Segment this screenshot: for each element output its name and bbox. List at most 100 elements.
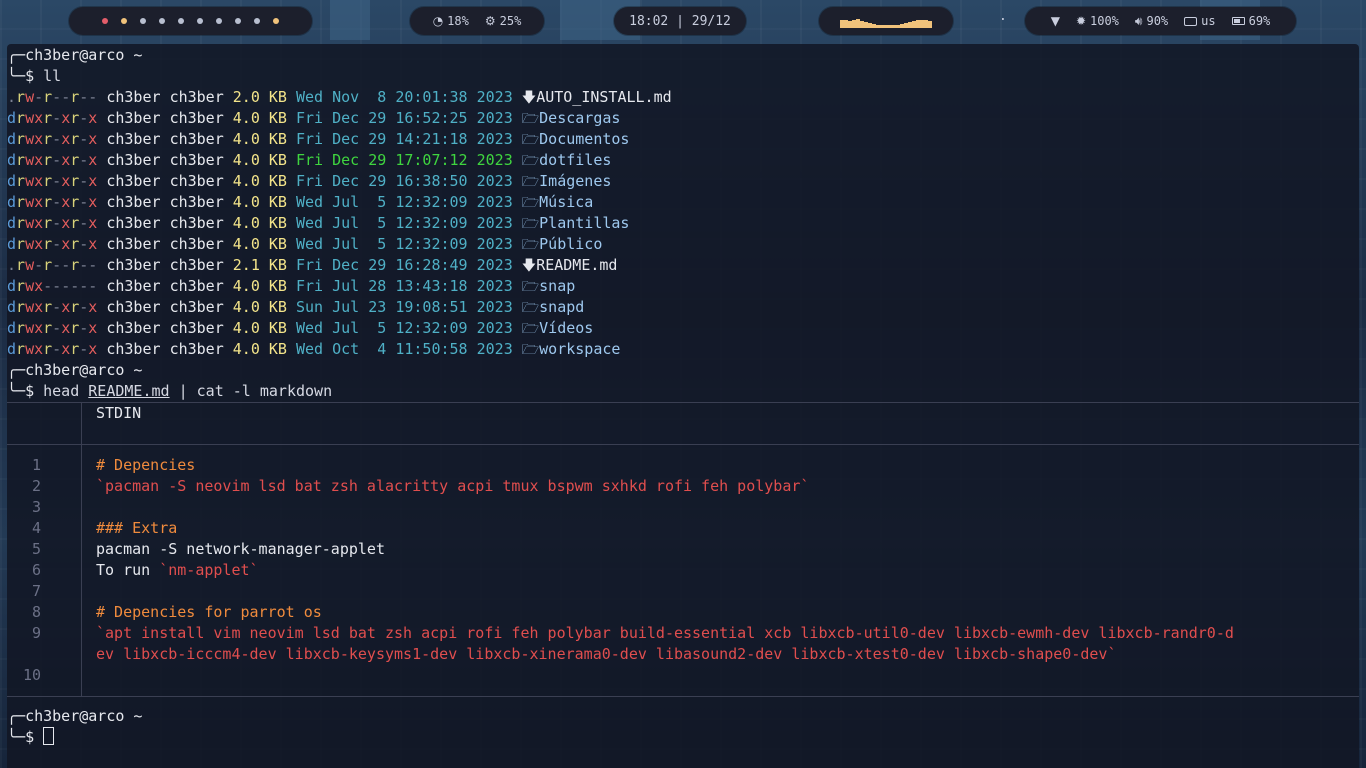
file-owner: ch3ber bbox=[106, 151, 161, 169]
workspace-dot[interactable] bbox=[102, 18, 108, 24]
memory-usage: ⚙ 25% bbox=[485, 14, 521, 28]
battery-value: 69% bbox=[1248, 14, 1271, 28]
listing-row: drwxr-xr-x ch3ber ch3ber 4.0 KB Wed Jul … bbox=[7, 213, 1359, 234]
prompt-corner: ╰─ bbox=[7, 67, 26, 85]
wifi-icon: ▼ bbox=[1050, 14, 1060, 28]
file-down-icon: 🡇 bbox=[521, 90, 537, 106]
cpu-usage: ◔ 18% bbox=[433, 14, 469, 28]
file-owner: ch3ber bbox=[106, 298, 161, 316]
workspace-dot[interactable] bbox=[178, 18, 184, 24]
clock-module[interactable]: 18:02 | 29/12 bbox=[614, 7, 746, 35]
directory-listing: .rw-r--r-- ch3ber ch3ber 2.0 KB Wed Nov … bbox=[7, 87, 1359, 360]
line-number: 4 bbox=[7, 518, 82, 539]
listing-row: drwxr-xr-x ch3ber ch3ber 4.0 KB Fri Dec … bbox=[7, 108, 1359, 129]
bat-gutter bbox=[7, 403, 82, 424]
workspace-dot[interactable] bbox=[273, 18, 279, 24]
line-number: 1 bbox=[7, 455, 82, 476]
file-group: ch3ber bbox=[169, 235, 224, 253]
workspace-dot[interactable] bbox=[216, 18, 222, 24]
bat-code-line: ev libxcb-icccm4-dev libxcb-keysyms1-dev… bbox=[7, 644, 1359, 665]
command-file-arg: README.md bbox=[88, 382, 170, 400]
listing-row: drwxr-xr-x ch3ber ch3ber 4.0 KB Wed Oct … bbox=[7, 339, 1359, 360]
file-name: snapd bbox=[539, 298, 585, 316]
keyboard-layout-value: us bbox=[1201, 14, 1216, 28]
wifi-status[interactable]: ▼ bbox=[1051, 14, 1060, 28]
file-owner: ch3ber bbox=[106, 277, 161, 295]
file-name: Vídeos bbox=[539, 319, 594, 337]
code-text: `pacman -S neovim lsd bat zsh alacritty … bbox=[82, 476, 809, 497]
command-line[interactable]: ╰─$ bbox=[7, 727, 1359, 748]
bat-gutter bbox=[7, 686, 82, 696]
workspace-indicators[interactable] bbox=[102, 18, 279, 24]
workspace-dot[interactable] bbox=[254, 18, 260, 24]
prompt-line: ╭─ch3ber@arco ~ bbox=[7, 45, 1359, 66]
prompt-user: ch3ber@arco ~ bbox=[25, 707, 143, 725]
bat-spacer bbox=[7, 445, 1359, 455]
prompt-corner: ╭─ bbox=[7, 361, 26, 379]
file-size: 4.0 KB bbox=[232, 193, 287, 211]
bat-code-lines: 1 # Depencies 2 `pacman -S neovim lsd bat z… bbox=[7, 455, 1359, 686]
code-token: pacman -S network-manager-applet bbox=[96, 540, 385, 558]
file-down-icon: 🡇 bbox=[521, 258, 537, 274]
volume-status[interactable]: 🔊︎ 90% bbox=[1135, 14, 1168, 29]
file-size: 2.1 KB bbox=[232, 256, 287, 274]
file-name: workspace bbox=[539, 340, 621, 358]
bat-code-line: 1 # Depencies bbox=[7, 455, 1359, 476]
bat-code-line: 6 To run `nm-applet` bbox=[7, 560, 1359, 581]
bat-gutter bbox=[7, 424, 82, 444]
workspace-dot[interactable] bbox=[235, 18, 241, 24]
command-text: ll bbox=[43, 67, 62, 85]
text-cursor[interactable] bbox=[43, 727, 55, 745]
file-name: README.md bbox=[536, 256, 618, 274]
line-number: 2 bbox=[7, 476, 82, 497]
folder-icon: 🗁 bbox=[521, 237, 540, 253]
file-owner: ch3ber bbox=[106, 340, 161, 358]
workspace-dot[interactable] bbox=[121, 18, 127, 24]
file-date: Wed Jul 5 12:32:09 2023 bbox=[296, 193, 513, 211]
folder-icon: 🗁 bbox=[521, 132, 540, 148]
line-number: 8 bbox=[7, 602, 82, 623]
line-number: 3 bbox=[7, 497, 82, 518]
bat-code-line: 4 ### Extra bbox=[7, 518, 1359, 539]
keyboard-layout[interactable]: us bbox=[1184, 14, 1216, 28]
file-date: Wed Jul 5 12:32:09 2023 bbox=[296, 214, 513, 232]
file-owner: ch3ber bbox=[106, 130, 161, 148]
file-permissions: drwxr-xr-x bbox=[7, 130, 98, 148]
bat-gutter bbox=[7, 445, 82, 455]
workspace-dot[interactable] bbox=[197, 18, 203, 24]
file-date: Fri Dec 29 17:07:12 2023 bbox=[296, 151, 513, 169]
code-token: # Depencies bbox=[96, 456, 196, 474]
brightness-status[interactable]: ✹ 100% bbox=[1076, 14, 1119, 28]
code-text: # Depencies for parrot os bbox=[82, 602, 322, 623]
file-name: AUTO_INSTALL.md bbox=[536, 88, 672, 106]
file-owner: ch3ber bbox=[106, 193, 161, 211]
file-size: 4.0 KB bbox=[232, 340, 287, 358]
file-size: 4.0 KB bbox=[232, 298, 287, 316]
workspace-dot[interactable] bbox=[140, 18, 146, 24]
listing-row: drwxr-xr-x ch3ber ch3ber 4.0 KB Fri Dec … bbox=[7, 150, 1359, 171]
line-number: 7 bbox=[7, 581, 82, 602]
file-group: ch3ber bbox=[169, 109, 224, 127]
file-permissions: drwxr-xr-x bbox=[7, 172, 98, 190]
file-size: 2.0 KB bbox=[232, 88, 287, 106]
file-name: Descargas bbox=[539, 109, 621, 127]
file-group: ch3ber bbox=[169, 130, 224, 148]
file-date: Fri Dec 29 14:21:18 2023 bbox=[296, 130, 513, 148]
file-permissions: drwxr-xr-x bbox=[7, 193, 98, 211]
file-name: dotfiles bbox=[539, 151, 612, 169]
listing-row: drwxr-xr-x ch3ber ch3ber 4.0 KB Wed Jul … bbox=[7, 234, 1359, 255]
file-group: ch3ber bbox=[169, 88, 224, 106]
workspace-dot[interactable] bbox=[159, 18, 165, 24]
file-date: Wed Jul 5 12:32:09 2023 bbox=[296, 235, 513, 253]
prompt-corner: ╰─ bbox=[7, 728, 26, 746]
file-permissions: drwx------ bbox=[7, 277, 98, 295]
prompt-line: ╭─ch3ber@arco ~ bbox=[7, 360, 1359, 381]
terminal-window[interactable]: ╭─ch3ber@arco ~ ╰─$ ll .rw-r--r-- ch3ber… bbox=[7, 44, 1359, 768]
file-size: 4.0 KB bbox=[232, 151, 287, 169]
folder-icon: 🗁 bbox=[521, 195, 540, 211]
file-group: ch3ber bbox=[169, 277, 224, 295]
bat-code-line: 10 bbox=[7, 665, 1359, 686]
